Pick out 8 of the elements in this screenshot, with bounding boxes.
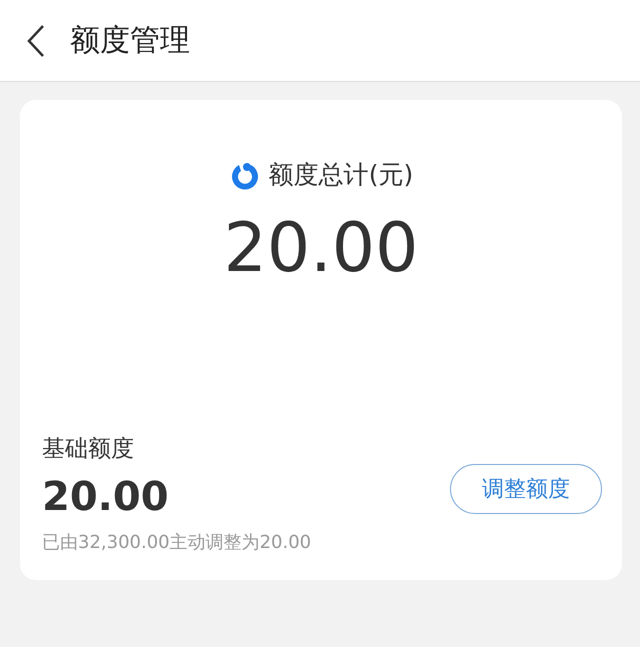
- back-icon[interactable]: [26, 24, 46, 58]
- base-amount: 20.00: [42, 474, 170, 520]
- base-label: 基础额度: [42, 435, 135, 464]
- total-amount: 20.00: [222, 209, 420, 288]
- adjust-note: 已由32,300.00主动调整为20.00: [42, 531, 312, 554]
- adjust-button[interactable]: 调整额度: [450, 464, 602, 514]
- total-label: 额度总计(元): [268, 159, 414, 191]
- page-title: 额度管理: [70, 22, 190, 60]
